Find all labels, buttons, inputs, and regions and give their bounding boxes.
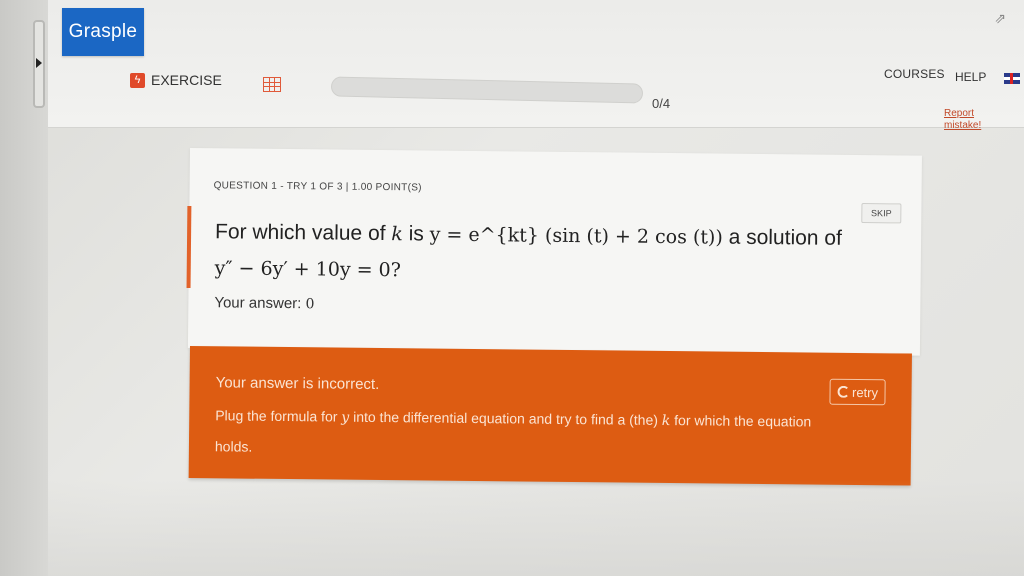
lightning-bolt-icon: ϟ bbox=[130, 72, 145, 88]
question-text-is: is bbox=[402, 222, 430, 246]
exercise-section: ϟ EXERCISE bbox=[130, 72, 222, 88]
refresh-icon bbox=[836, 385, 850, 398]
answer-label: Your answer: bbox=[214, 294, 306, 313]
feedback-hint: Plug the formula for y into the differen… bbox=[215, 400, 836, 467]
language-flag-icon[interactable] bbox=[1004, 73, 1020, 84]
question-meta: QUESTION 1 - TRY 1 OF 3 | 1.00 POINT(S) bbox=[213, 180, 422, 194]
your-answer: Your answer: 0 bbox=[214, 294, 314, 312]
top-navigation-bar bbox=[48, 0, 1024, 128]
skip-button[interactable]: SKIP bbox=[861, 203, 902, 224]
feedback-panel: Your answer is incorrect. retry Plug the… bbox=[188, 346, 912, 486]
nav-help-link[interactable]: HELP bbox=[955, 70, 986, 84]
browser-left-rail bbox=[0, 0, 48, 576]
nav-courses-link[interactable]: COURSES bbox=[884, 67, 945, 81]
hint-middle: into the differential equation and try t… bbox=[349, 408, 662, 428]
grasple-logo[interactable]: Grasple bbox=[62, 8, 144, 56]
question-ode: y″ − 6y′ + 10y = 0? bbox=[214, 257, 402, 282]
question-equation: y = e^{kt} (sin (t) + 2 cos (t)) bbox=[429, 223, 723, 249]
expand-arrow-icon[interactable] bbox=[36, 58, 42, 68]
hint-var-y: y bbox=[341, 409, 350, 426]
question-text: For which value of k is y = e^{kt} (sin … bbox=[215, 214, 856, 293]
retry-label: retry bbox=[851, 384, 879, 400]
hint-prefix: Plug the formula for bbox=[215, 407, 342, 425]
question-text-prefix: For which value of bbox=[215, 220, 392, 246]
question-var-k: k bbox=[391, 223, 403, 246]
question-card: QUESTION 1 - TRY 1 OF 3 | 1.00 POINT(S) … bbox=[186, 148, 922, 356]
question-accent-bar bbox=[186, 205, 192, 289]
progress-counter: 0/4 bbox=[652, 96, 671, 111]
table-grid-icon[interactable] bbox=[263, 77, 281, 92]
answer-value: 0 bbox=[305, 296, 315, 313]
background-fade bbox=[48, 480, 1024, 576]
report-mistake-link[interactable]: Report mistake! bbox=[944, 108, 988, 132]
exercise-label: EXERCISE bbox=[151, 72, 222, 88]
hint-var-k: k bbox=[661, 412, 671, 430]
feedback-title: Your answer is incorrect. bbox=[215, 374, 380, 393]
retry-button[interactable]: retry bbox=[829, 378, 886, 406]
question-text-middle: a solution of bbox=[722, 225, 843, 250]
external-link-icon[interactable]: ⇗ bbox=[994, 10, 1006, 27]
